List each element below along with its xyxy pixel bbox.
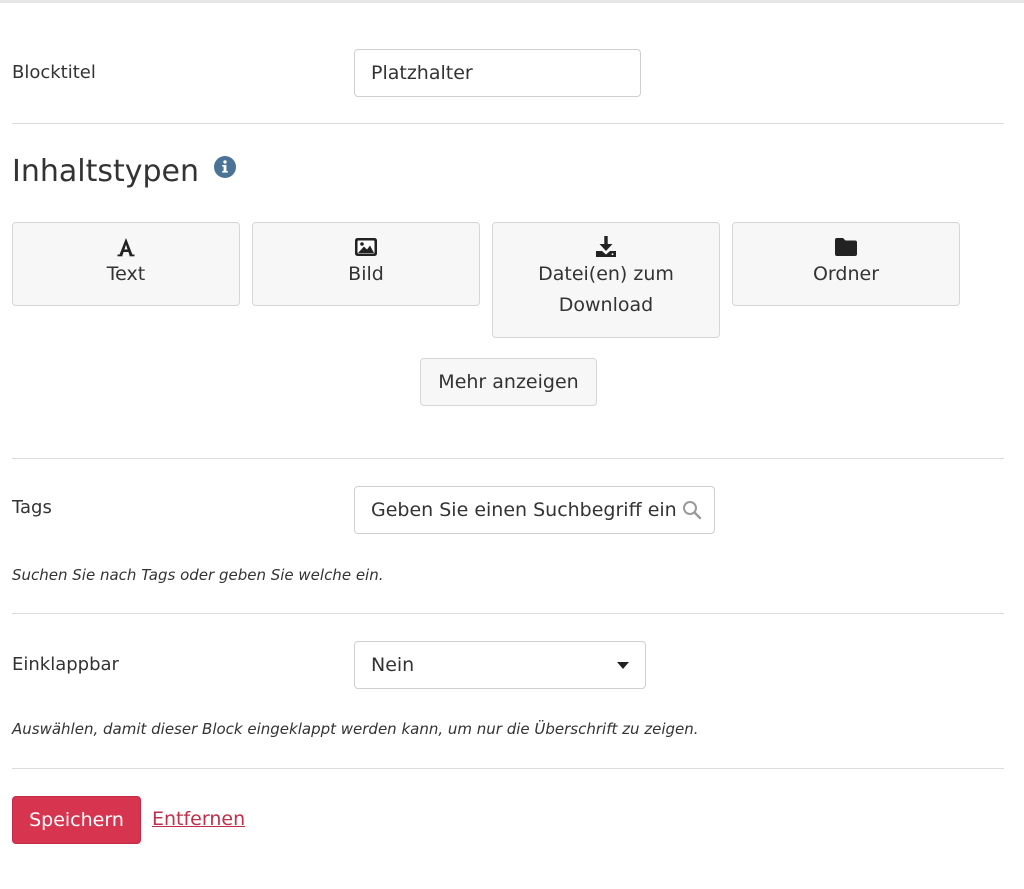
download-icon: [596, 236, 616, 257]
folder-icon: [835, 238, 857, 256]
content-type-download-button[interactable]: Datei(en) zum Download: [492, 222, 720, 338]
collapsible-help-text: Auswählen, damit dieser Block eingeklapp…: [12, 720, 699, 738]
content-type-image-button[interactable]: Bild: [252, 222, 480, 306]
show-more-button[interactable]: Mehr anzeigen: [420, 358, 597, 406]
content-type-folder-button[interactable]: Ordner: [732, 222, 960, 306]
divider: [12, 458, 1004, 459]
image-icon: [355, 238, 377, 256]
search-icon: [683, 501, 702, 520]
divider: [12, 123, 1004, 124]
tags-help-text: Suchen Sie nach Tags oder geben Sie welc…: [12, 566, 384, 584]
save-button[interactable]: Speichern: [12, 796, 141, 844]
divider: [12, 768, 1004, 769]
content-type-label: Text: [106, 263, 146, 285]
info-icon[interactable]: [214, 156, 236, 178]
tags-search-input[interactable]: Geben Sie einen Suchbegriff ein: [354, 486, 715, 534]
collapsible-select[interactable]: Nein: [354, 641, 646, 689]
block-title-input[interactable]: [354, 49, 641, 97]
block-title-label: Blocktitel: [12, 62, 96, 83]
content-type-label: Datei(en) zum Download: [538, 263, 674, 316]
top-border: [0, 0, 1024, 3]
font-icon: [117, 238, 135, 257]
content-types-title: Inhaltstypen: [12, 154, 200, 189]
tags-search-placeholder: Geben Sie einen Suchbegriff ein: [371, 499, 677, 521]
content-type-label: Bild: [348, 263, 384, 285]
content-type-text-button[interactable]: Text: [12, 222, 240, 306]
content-type-label: Ordner: [812, 263, 880, 285]
collapsible-label: Einklappbar: [12, 654, 119, 675]
collapsible-selected-value: Nein: [371, 654, 415, 676]
tags-label: Tags: [12, 497, 52, 518]
divider: [12, 613, 1004, 614]
caret-down-icon: [617, 661, 629, 669]
remove-link[interactable]: Entfernen: [152, 808, 245, 830]
